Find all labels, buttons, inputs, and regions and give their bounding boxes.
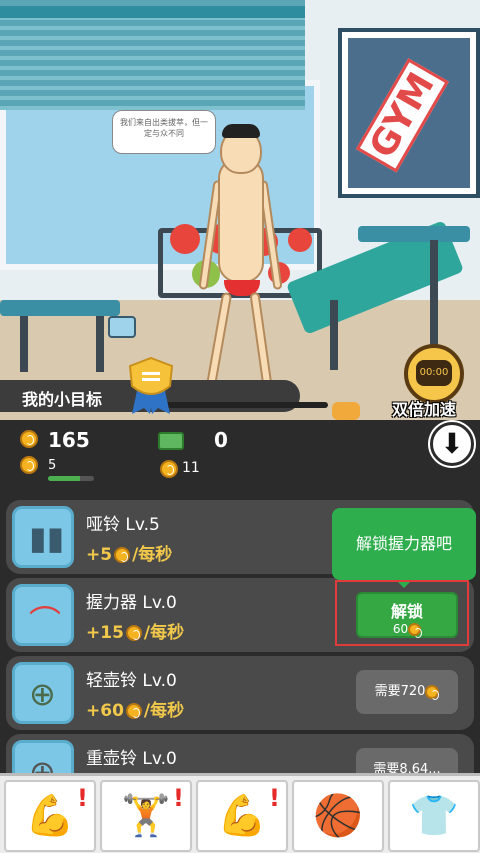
coin-icon <box>408 623 423 638</box>
tab-training[interactable]: 💪! <box>4 780 96 852</box>
side-bench <box>0 300 120 316</box>
requirement-button[interactable]: 需要8.64... <box>356 748 458 773</box>
coin-icon <box>20 430 38 448</box>
goal-progress-bar <box>160 402 328 408</box>
weight-plate <box>288 228 312 252</box>
character-body <box>218 158 264 283</box>
gym-poster: GYM <box>338 28 480 198</box>
tab-sports[interactable]: 🏀 <box>292 780 384 852</box>
item-name: 重壶铃 Lv.0 <box>86 749 177 769</box>
small-dumbbell <box>108 316 136 338</box>
coin-count: 165 <box>48 428 90 452</box>
tab-outfit[interactable]: 👕 <box>388 780 480 852</box>
basketball-icon: 🏀 <box>313 793 363 839</box>
level-icon <box>20 456 38 474</box>
tab-equipment[interactable]: 🏋! <box>100 780 192 852</box>
points-count: 11 <box>182 460 200 476</box>
kettlebell-icon: ⊕ <box>12 662 74 724</box>
gym-scene: GYM 我们来自出类拔萃，但一定与众不同 我的小目标 00:00 双倍加速 <box>0 0 480 420</box>
heavy-kettlebell-icon: ⊕ <box>12 740 74 773</box>
requirement-button[interactable]: 需要720 <box>356 670 458 714</box>
level-progress-bar <box>48 476 94 481</box>
item-name: 哑铃 Lv.5 <box>86 515 160 535</box>
coin-icon <box>125 703 142 719</box>
list-item[interactable]: ⊕ 重壶铃 Lv.0 需要8.64... <box>6 734 474 773</box>
cash-icon <box>158 432 184 450</box>
cash-count: 0 <box>214 428 228 452</box>
list-item[interactable]: ⊕ 轻壶铃 Lv.0 +60/每秒 需要720 <box>6 656 474 730</box>
double-speed-button[interactable]: 00:00 <box>404 344 464 404</box>
unlock-tooltip: 解锁握力器吧 <box>332 508 476 588</box>
blinds-rail <box>0 6 305 18</box>
medal-badge-icon[interactable] <box>126 356 176 416</box>
hand-gripper-icon: ⌒ <box>12 584 74 646</box>
points-icon <box>160 460 178 478</box>
bench-backrest <box>358 226 470 242</box>
tab-muscle[interactable]: 💪! <box>196 780 288 852</box>
coin-icon <box>114 547 131 563</box>
coin-icon <box>125 625 142 641</box>
item-rate: +15/每秒 <box>86 623 185 643</box>
alert-icon: ! <box>269 784 280 812</box>
coin-icon <box>425 684 440 700</box>
item-rate: +60/每秒 <box>86 701 185 721</box>
level-value: 5 <box>48 458 57 473</box>
jersey-icon: 👕 <box>409 793 459 839</box>
floor-dumbbell <box>332 402 360 420</box>
bottom-tab-bar: 💪! 🏋! 💪! 🏀 👕 <box>0 773 480 853</box>
collapse-down-arrow-button[interactable] <box>430 422 474 466</box>
alert-icon: ! <box>173 784 184 812</box>
item-rate: +5/每秒 <box>86 545 173 565</box>
unlock-button[interactable]: 解锁 60 <box>356 592 458 638</box>
double-speed-label: 双倍加速 <box>392 400 457 419</box>
alert-icon: ! <box>77 784 88 812</box>
character-hair <box>222 124 260 138</box>
goal-label: 我的小目标 <box>22 390 103 409</box>
weight-plate <box>170 224 200 254</box>
speech-bubble: 我们来自出类拔萃，但一定与众不同 <box>112 110 216 154</box>
dumbbell-icon: ▮▮ <box>12 506 74 568</box>
item-name: 轻壶铃 Lv.0 <box>86 671 177 691</box>
speed-timer: 00:00 <box>416 360 452 386</box>
item-name: 握力器 Lv.0 <box>86 593 177 613</box>
